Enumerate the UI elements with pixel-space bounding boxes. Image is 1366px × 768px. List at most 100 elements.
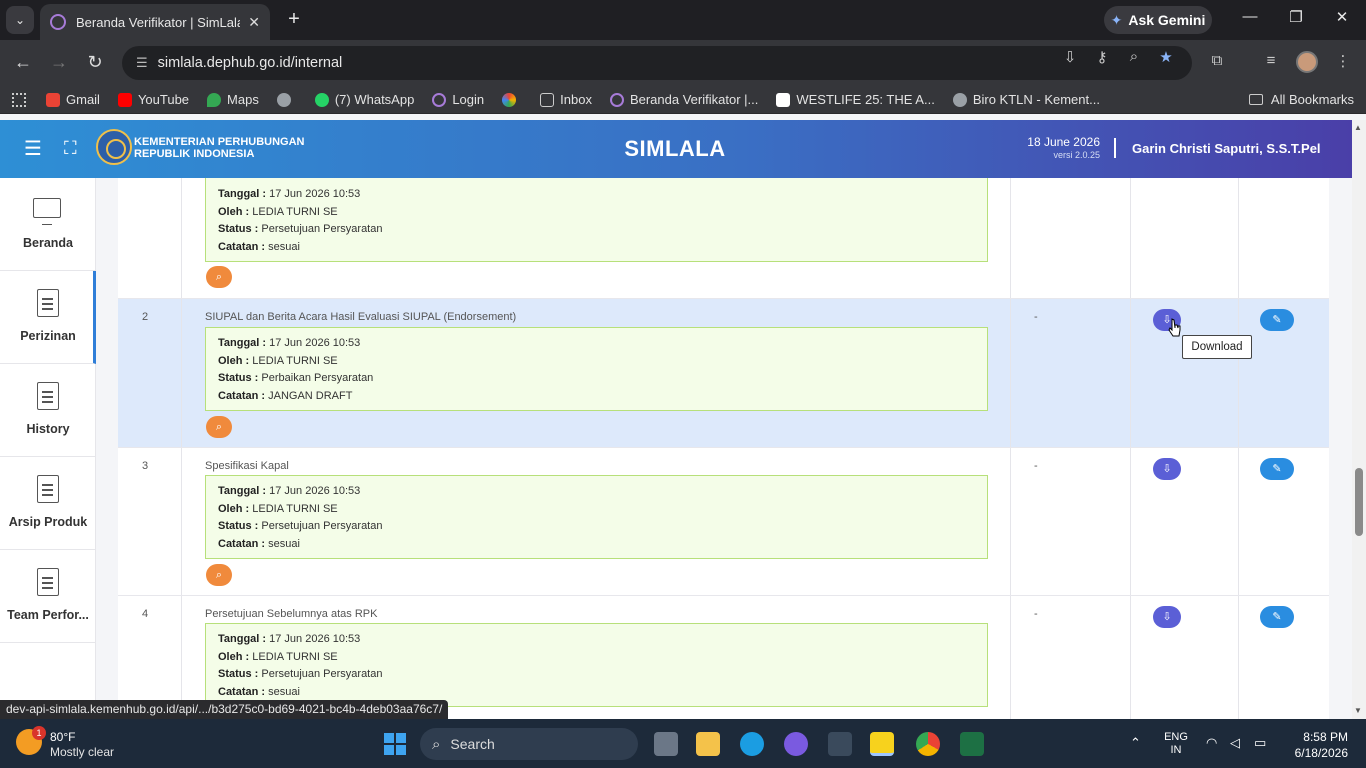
edge-icon[interactable] bbox=[740, 732, 764, 756]
minimize-icon[interactable]: — bbox=[1238, 8, 1262, 25]
bookmark-biro-ktln[interactable]: Biro KTLN - Kement... bbox=[952, 92, 1100, 107]
fullscreen-icon[interactable]: ⛶ bbox=[64, 138, 77, 159]
scroll-up-icon[interactable]: ▲ bbox=[1354, 123, 1362, 132]
reload-icon[interactable]: ↻ bbox=[83, 52, 107, 72]
camera-icon[interactable] bbox=[828, 732, 852, 756]
mouse-pointer-icon bbox=[1168, 318, 1181, 337]
system-clock[interactable]: 8:58 PM 6/18/2026 bbox=[1278, 729, 1348, 761]
app-version: versi 2.0.25 bbox=[1053, 150, 1100, 160]
link-status-url: dev-api-simlala.kemenhub.go.id/api/.../b… bbox=[0, 700, 449, 719]
address-bar[interactable]: ☰ simlala.dephub.go.id/internal bbox=[122, 46, 1192, 80]
bookmark-globe[interactable] bbox=[276, 92, 297, 107]
media-controls-icon[interactable]: ≡ bbox=[1260, 52, 1282, 69]
pinwheel-icon bbox=[502, 92, 517, 107]
header-date: 18 June 2026 bbox=[1027, 135, 1100, 149]
bookmark-maps[interactable]: Maps bbox=[207, 92, 259, 107]
sidebar-item-beranda[interactable]: Beranda bbox=[0, 178, 96, 271]
extensions-icon[interactable]: ⧉ bbox=[1206, 52, 1228, 69]
status-dash: - bbox=[1034, 460, 1038, 472]
file-explorer-icon[interactable] bbox=[696, 732, 720, 756]
bookmark-whatsapp[interactable]: (7) WhatsApp bbox=[314, 92, 414, 107]
apps-grid-icon[interactable] bbox=[12, 92, 26, 107]
scroll-thumb[interactable] bbox=[1355, 468, 1363, 536]
tab-search-chevron-icon[interactable]: ⌄ bbox=[6, 6, 34, 34]
edit-button[interactable]: ✎ bbox=[1260, 606, 1294, 628]
back-icon[interactable]: ← bbox=[11, 52, 35, 72]
restore-icon[interactable]: ❐ bbox=[1284, 8, 1308, 26]
forward-icon[interactable]: → bbox=[47, 52, 71, 72]
login-favicon-icon bbox=[432, 92, 447, 107]
tab-close-icon[interactable]: ✕ bbox=[248, 14, 260, 31]
close-window-icon[interactable]: ✕ bbox=[1330, 8, 1354, 26]
sidebar-item-arsip-produk[interactable]: Arsip Produk bbox=[0, 457, 96, 550]
sticky-notes-icon[interactable] bbox=[870, 732, 894, 756]
wifi-icon[interactable]: ◠ bbox=[1206, 735, 1217, 751]
status-dash: - bbox=[1034, 608, 1038, 620]
password-key-icon[interactable]: ⚷ bbox=[1092, 48, 1112, 66]
row-number: 2 bbox=[142, 311, 149, 323]
review-note-box: Tanggal : 17 Jun 2026 10:53 Oleh : LEDIA… bbox=[205, 178, 988, 262]
copilot-icon[interactable] bbox=[784, 732, 808, 756]
bookmark-inbox[interactable]: Inbox bbox=[540, 92, 592, 107]
battery-icon[interactable]: ▭ bbox=[1254, 735, 1266, 751]
review-note-box: Tanggal : 17 Jun 2026 10:53 Oleh : LEDIA… bbox=[205, 327, 988, 411]
taskbar-search[interactable]: ⌕ Search bbox=[420, 728, 638, 760]
weather-condition: Mostly clear bbox=[50, 745, 115, 759]
document-name: Persetujuan Sebelumnya atas RPK bbox=[205, 608, 378, 620]
view-detail-button[interactable]: ⌕ bbox=[206, 266, 232, 288]
task-view-icon[interactable] bbox=[654, 732, 678, 756]
browser-toolbar: ← → ↻ ☰ simlala.dephub.go.id/internal ⇩ … bbox=[0, 40, 1366, 86]
bookmark-login[interactable]: Login bbox=[432, 92, 484, 107]
bookmark-pinwheel[interactable] bbox=[502, 92, 522, 107]
hamburger-menu-icon[interactable]: ☰ bbox=[24, 139, 42, 159]
tray-overflow-icon[interactable]: ⌃ bbox=[1130, 735, 1141, 751]
tab-title: Beranda Verifikator | SimLala bbox=[76, 14, 241, 30]
volume-icon[interactable]: ◁ bbox=[1230, 735, 1240, 751]
excel-icon[interactable] bbox=[960, 732, 984, 756]
bookmark-westlife[interactable]: WESTLIFE 25: THE A... bbox=[776, 92, 935, 107]
row-number: 4 bbox=[142, 608, 149, 620]
bookmark-star-icon[interactable]: ★ bbox=[1156, 48, 1176, 66]
folder-icon bbox=[1248, 94, 1263, 105]
edit-button[interactable]: ✎ bbox=[1260, 458, 1294, 480]
user-name[interactable]: Garin Christi Saputri, S.S.T.Pel bbox=[1132, 141, 1321, 156]
all-bookmarks-button[interactable]: All Bookmarks bbox=[1248, 92, 1354, 107]
globe-icon bbox=[952, 92, 967, 107]
document-icon bbox=[37, 382, 59, 410]
bookmark-beranda-verifikator[interactable]: Beranda Verifikator |... bbox=[609, 92, 758, 107]
youtube-icon bbox=[117, 92, 132, 107]
edit-button[interactable]: ✎ bbox=[1260, 309, 1294, 331]
install-app-icon[interactable]: ⇩ bbox=[1060, 48, 1080, 66]
bookmark-youtube[interactable]: YouTube bbox=[117, 92, 189, 107]
ask-gemini-button[interactable]: ✦ Ask Gemini bbox=[1104, 6, 1212, 34]
site-favicon-icon bbox=[50, 14, 66, 30]
sidebar-item-perizinan[interactable]: Perizinan bbox=[0, 271, 96, 364]
browser-tab-bar: ⌄ Beranda Verifikator | SimLala ✕ + ✦ As… bbox=[0, 0, 1366, 40]
view-detail-button[interactable]: ⌕ bbox=[206, 564, 232, 586]
browser-tab-active[interactable]: Beranda Verifikator | SimLala ✕ bbox=[40, 4, 270, 40]
sidebar-item-team-performance[interactable]: Team Perfor... bbox=[0, 550, 96, 643]
zoom-icon[interactable]: ⌕ bbox=[1124, 48, 1144, 65]
table-row: 3 Spesifikasi Kapal Tanggal : 17 Jun 202… bbox=[118, 448, 1329, 596]
new-tab-button[interactable]: + bbox=[282, 8, 306, 32]
row-number: 3 bbox=[142, 460, 149, 472]
globe-icon bbox=[276, 92, 291, 107]
menu-dots-icon[interactable]: ⋮ bbox=[1332, 52, 1354, 70]
sidebar-item-history[interactable]: History bbox=[0, 364, 96, 457]
app-header: ☰ ⛶ KEMENTERIAN PERHUBUNGAN REPUBLIK IND… bbox=[0, 120, 1352, 178]
site-info-icon[interactable]: ☰ bbox=[136, 55, 148, 71]
view-detail-button[interactable]: ⌕ bbox=[206, 416, 232, 438]
download-button[interactable]: ⇩ bbox=[1153, 458, 1181, 480]
scroll-down-icon[interactable]: ▼ bbox=[1354, 706, 1362, 715]
language-indicator[interactable]: ENG IN bbox=[1160, 731, 1192, 757]
windows-start-icon[interactable] bbox=[384, 733, 406, 755]
review-note-box: Tanggal : 17 Jun 2026 10:53 Oleh : LEDIA… bbox=[205, 475, 988, 559]
download-button[interactable]: ⇩ bbox=[1153, 606, 1181, 628]
gemini-spark-icon: ✦ bbox=[1110, 11, 1123, 28]
chrome-icon[interactable] bbox=[916, 732, 940, 756]
bookmarks-bar: Gmail YouTube Maps (7) WhatsApp Login In… bbox=[0, 86, 1366, 114]
bookmark-gmail[interactable]: Gmail bbox=[46, 92, 100, 107]
app-title: SIMLALA bbox=[624, 136, 726, 161]
profile-avatar[interactable] bbox=[1296, 51, 1318, 73]
page-scrollbar[interactable]: ▲ ▼ bbox=[1352, 120, 1366, 719]
